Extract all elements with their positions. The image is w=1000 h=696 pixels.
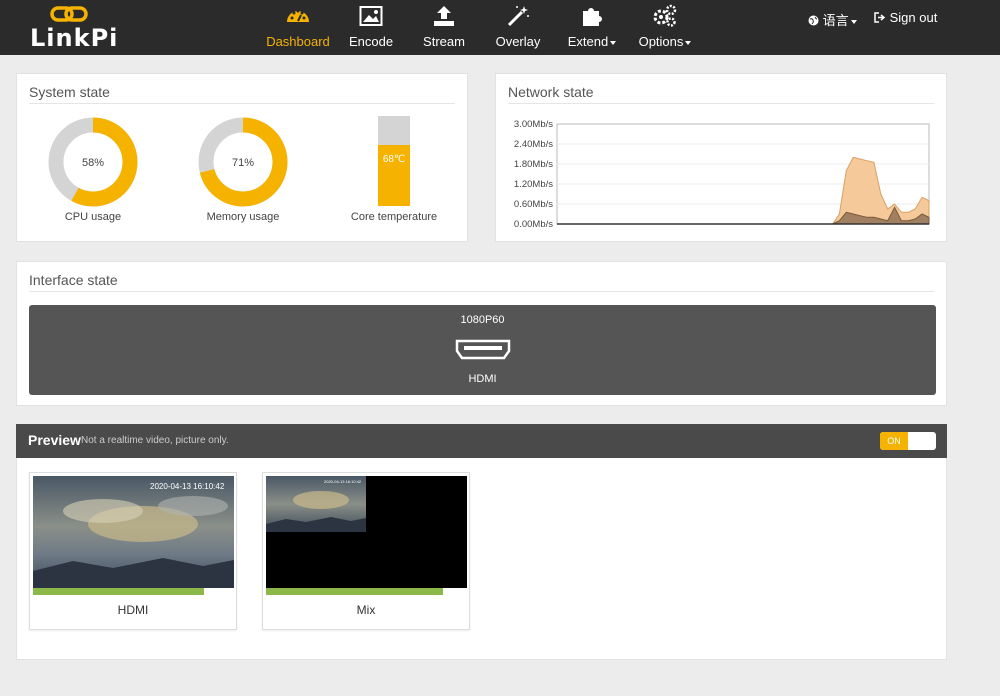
nav-overlay[interactable]: Overlay (490, 4, 546, 52)
hdmi-thumb-label: HDMI (117, 603, 149, 617)
nav-extend-label: Extend (564, 34, 620, 49)
interface-resolution: 1080P60 (460, 314, 505, 326)
upload-icon (434, 6, 454, 26)
chart-series-area-0 (557, 156, 930, 225)
linkpi-logo[interactable]: LinkPi (30, 4, 117, 52)
language-menu[interactable]: 语言 (808, 10, 857, 29)
temperature-value: 68℃ (382, 154, 406, 165)
nav-dashboard[interactable]: Dashboard (263, 4, 333, 52)
mix-timestamp: 2020-04-13 16:10:42 (324, 479, 362, 484)
mix-preview-image: 2020-04-13 16:10:42 (266, 476, 467, 588)
system-state-panel: System state 58% CPU usage 71% Memory us… (16, 73, 468, 242)
signout-icon (874, 12, 886, 23)
nav-options-label: Options (634, 34, 696, 49)
preview-title: Preview (28, 432, 81, 448)
nav-extend[interactable]: Extend (564, 4, 620, 52)
hdmi-preview-image: 2020-04-13 16:10:42 (33, 476, 234, 588)
nav-stream[interactable]: Stream (418, 4, 470, 52)
y-tick-label: 1.20Mb/s (514, 179, 553, 190)
nav-stream-label: Stream (423, 34, 465, 49)
preview-subtitle: Not a realtime video, picture only. (81, 435, 229, 446)
magic-wand-icon (507, 6, 529, 27)
hdmi-timestamp: 2020-04-13 16:10:42 (150, 482, 225, 491)
interface-state-title: Interface state (29, 272, 118, 288)
dashboard-icon (287, 9, 309, 22)
toggle-on-label: ON (880, 432, 908, 450)
chevron-down-icon (685, 40, 692, 45)
preview-thumb-hdmi[interactable]: 2020-04-13 16:10:42 HDMI (29, 472, 237, 630)
cpu-donut: 58% (48, 117, 138, 207)
divider (29, 291, 934, 292)
cpu-label: CPU usage (64, 211, 122, 223)
network-state-panel: Network state 3.00Mb/s 2.40Mb/s 1.80Mb/s 1.… (495, 73, 947, 242)
link-logo-icon (50, 6, 88, 22)
memory-donut: 71% (198, 117, 288, 207)
memory-value: 71% (232, 157, 254, 169)
nav-encode[interactable]: Encode (343, 4, 399, 52)
y-tick-label: 2.40Mb/s (514, 139, 553, 150)
gears-icon (653, 4, 677, 27)
hdmi-port-icon (455, 339, 511, 360)
mix-progress-bar (266, 588, 443, 595)
preview-thumb-mix[interactable]: 2020-04-13 16:10:42 Mix (262, 472, 470, 630)
temperature-label: Core temperature (350, 211, 438, 223)
memory-label: Memory usage (206, 211, 280, 223)
nav-encode-label: Encode (348, 34, 394, 49)
chevron-down-icon (610, 40, 617, 45)
temperature-bar: 68℃ (378, 116, 410, 206)
nav-options[interactable]: Options (634, 4, 696, 52)
system-state-title: System state (29, 84, 110, 100)
puzzle-icon (583, 8, 602, 26)
network-state-title: Network state (508, 84, 594, 100)
divider (29, 103, 455, 104)
signout-label: Sign out (889, 10, 938, 25)
nav-dashboard-label: Dashboard (266, 34, 330, 49)
interface-port-label: HDMI (468, 373, 497, 385)
logo-text: LinkPi (30, 24, 119, 52)
divider (508, 103, 934, 104)
preview-toggle[interactable]: ON (880, 432, 936, 450)
preview-header: Preview Not a realtime video, picture on… (16, 424, 947, 458)
y-tick-label: 0.60Mb/s (514, 199, 553, 210)
hdmi-interface-card[interactable]: 1080P60 HDMI (29, 305, 936, 395)
image-icon (359, 6, 383, 26)
cpu-value: 58% (82, 157, 104, 169)
hdmi-progress-bar (33, 588, 204, 595)
y-tick-label: 3.00Mb/s (514, 119, 553, 130)
signout-link[interactable]: Sign out (874, 10, 937, 25)
top-navbar: LinkPi Dashboard Encode Stream Overlay E… (0, 0, 1000, 55)
chevron-down-icon (850, 19, 857, 24)
interface-state-panel: Interface state 1080P60 HDMI (16, 261, 947, 406)
network-chart: 3.00Mb/s 2.40Mb/s 1.80Mb/s 1.20Mb/s 0.60Mb/s… (514, 119, 930, 230)
globe-icon (808, 15, 819, 26)
mix-thumb-label: Mix (356, 603, 376, 617)
preview-body: 2020-04-13 16:10:42 HDMI 2020-04-13 16:1… (16, 458, 947, 660)
y-tick-label: 1.80Mb/s (514, 159, 553, 170)
nav-overlay-label: Overlay (495, 34, 541, 49)
language-label: 语言 (822, 13, 849, 28)
y-tick-label: 0.00Mb/s (514, 219, 553, 230)
